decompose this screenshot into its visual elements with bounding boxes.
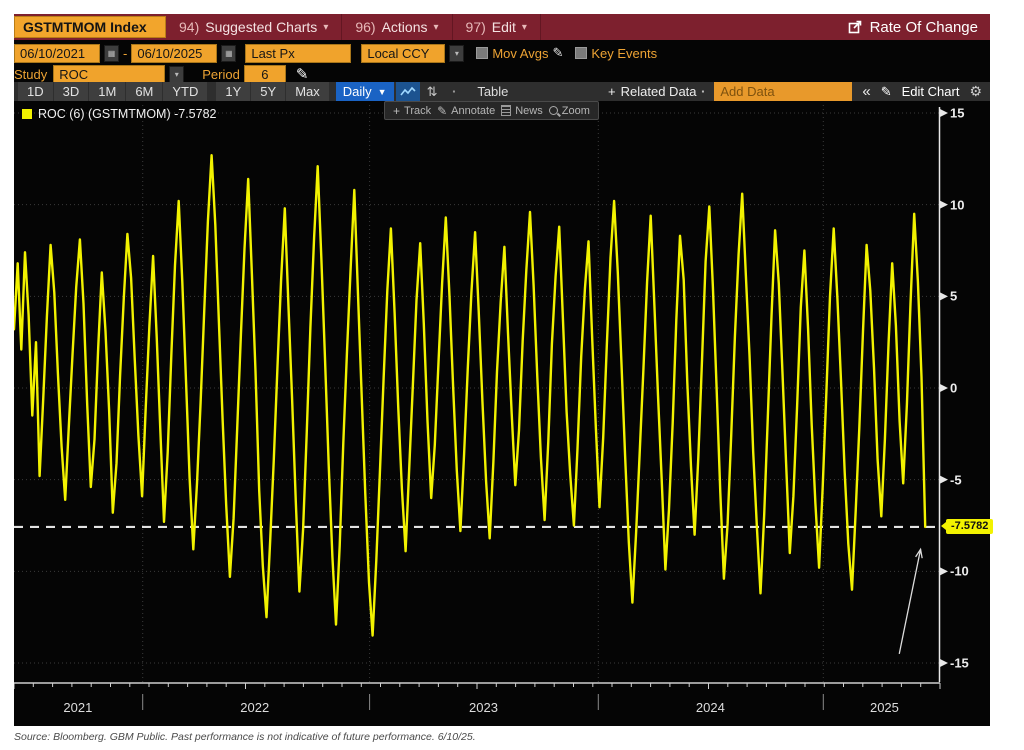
- track-tool[interactable]: + Track: [393, 104, 431, 118]
- y-axis-tick-label: 0: [950, 381, 957, 396]
- y-axis-tick-label: -15: [950, 655, 969, 670]
- study-select[interactable]: ROC: [53, 65, 165, 84]
- chart-legend[interactable]: ROC (6) (GSTMTMOM) -7.5782: [22, 107, 217, 121]
- annotate-tool[interactable]: ✎ Annotate: [437, 104, 495, 118]
- mov-avgs-checkbox[interactable]: [476, 47, 488, 59]
- range-max-button[interactable]: Max: [286, 82, 329, 101]
- date-range-separator: -: [123, 46, 127, 61]
- chevron-down-icon: ▪: [702, 87, 705, 96]
- y-axis-tick-label: 15: [950, 106, 964, 121]
- source-note: Source: Bloomberg. GBM Public. Past perf…: [14, 731, 476, 743]
- x-axis: 2021 2022 2023 2024 2025: [14, 682, 990, 726]
- range-ytd-button[interactable]: YTD: [163, 82, 207, 101]
- track-label: Track: [404, 105, 431, 117]
- study-controls-bar: Study ROC ▾ Period 6 ✎: [14, 66, 990, 82]
- range-1y-button[interactable]: 1Y: [216, 82, 250, 101]
- pencil-icon[interactable]: ✎: [552, 45, 563, 61]
- calendar-icon[interactable]: ▦: [104, 45, 119, 62]
- date-to-input[interactable]: 06/10/2025: [131, 44, 217, 63]
- export-icon[interactable]: [848, 20, 862, 34]
- news-icon: [501, 105, 511, 116]
- menu-label: Suggested Charts: [205, 19, 317, 35]
- period-input[interactable]: 6: [244, 65, 286, 84]
- series-color-chip: [22, 109, 32, 119]
- news-tool[interactable]: News: [501, 105, 543, 117]
- study-label: Study: [14, 67, 47, 82]
- key-events-label: Key Events: [591, 46, 657, 61]
- x-axis-year-label: 2021: [63, 700, 92, 715]
- chevron-down-icon: ▾: [434, 22, 439, 33]
- menu-number: 97): [466, 19, 486, 35]
- x-axis-year-label: 2024: [696, 700, 725, 715]
- panel-title: Rate Of Change: [848, 19, 990, 36]
- crosshair-icon: +: [393, 104, 400, 118]
- calendar-icon[interactable]: ▦: [221, 45, 236, 62]
- top-menu-bar: GSTMTMOM Index 94) Suggested Charts ▾ 96…: [14, 14, 990, 40]
- legend-text: ROC (6) (GSTMTMOM) -7.5782: [38, 107, 217, 121]
- zoom-tool[interactable]: Zoom: [549, 105, 590, 117]
- range-1d-button[interactable]: 1D: [18, 82, 53, 101]
- menu-label: Actions: [382, 19, 428, 35]
- range-1m-button[interactable]: 1M: [89, 82, 125, 101]
- y-axis-tick-label: 10: [950, 197, 964, 212]
- last-value-badge: -7.5782: [946, 519, 993, 534]
- currency-select[interactable]: Local CCY: [361, 44, 445, 63]
- news-label: News: [515, 105, 543, 117]
- roc-line-chart: [14, 101, 990, 682]
- table-button[interactable]: Table: [477, 84, 508, 99]
- chart-toolbar: 1D 3D 1M 6M YTD 1Y 5Y Max Daily ▼ ⇅ ▪ Ta…: [14, 82, 990, 101]
- x-axis-year-label: 2022: [240, 700, 269, 715]
- chevron-down-icon: ▾: [522, 22, 527, 33]
- y-axis-tick-label: -10: [950, 564, 969, 579]
- menu-edit[interactable]: 97) Edit ▾: [453, 14, 541, 40]
- plus-icon: +: [608, 84, 616, 99]
- x-axis-year-label: 2023: [469, 700, 498, 715]
- chevron-down-icon: ▼: [378, 87, 387, 97]
- chart-tools-bar: + Track ✎ Annotate News Zoom: [384, 101, 599, 120]
- frequency-select[interactable]: Daily ▼: [336, 82, 394, 101]
- range-5y-button[interactable]: 5Y: [251, 82, 285, 101]
- range-3d-button[interactable]: 3D: [54, 82, 89, 101]
- price-field-input[interactable]: Last Px: [245, 44, 351, 63]
- add-data-input[interactable]: Add Data: [714, 82, 852, 101]
- menu-suggested-charts[interactable]: 94) Suggested Charts ▾: [166, 14, 342, 40]
- range-6m-button[interactable]: 6M: [126, 82, 162, 101]
- period-label: Period: [202, 67, 240, 82]
- zoom-label: Zoom: [562, 105, 590, 117]
- ticker-input[interactable]: GSTMTMOM Index: [14, 16, 166, 38]
- panel-title-text: Rate Of Change: [870, 19, 978, 36]
- chevron-down-icon[interactable]: ▾: [449, 45, 464, 62]
- line-chart-icon[interactable]: [396, 82, 420, 101]
- pencil-icon: ✎: [881, 84, 892, 100]
- chevron-down-icon[interactable]: ▾: [169, 66, 184, 83]
- chart-area[interactable]: ROC (6) (GSTMTMOM) -7.5782 + Track ✎ Ann…: [14, 101, 990, 682]
- y-axis-tick-label: 5: [950, 289, 957, 304]
- frequency-value: Daily: [343, 84, 372, 99]
- y-axis-tick-label: -5: [950, 472, 962, 487]
- menu-number: 96): [355, 19, 375, 35]
- menu-actions[interactable]: 96) Actions ▾: [342, 14, 452, 40]
- related-data-label: Related Data: [621, 84, 697, 99]
- mov-avgs-label: Mov Avgs: [492, 46, 548, 61]
- gear-icon[interactable]: ⚙: [969, 83, 982, 100]
- pencil-icon[interactable]: ✎: [296, 65, 309, 83]
- x-axis-year-label: 2025: [870, 700, 899, 715]
- menu-number: 94): [179, 19, 199, 35]
- date-from-input[interactable]: 06/10/2021: [14, 44, 100, 63]
- pencil-icon: ✎: [437, 104, 447, 118]
- chevron-down-icon: ▾: [323, 22, 328, 33]
- bloomberg-terminal-window: GSTMTMOM Index 94) Suggested Charts ▾ 96…: [14, 14, 990, 726]
- menu-label: Edit: [492, 19, 516, 35]
- sort-updown-icon[interactable]: ⇅: [420, 84, 445, 100]
- collapse-panel-icon[interactable]: «: [862, 83, 870, 100]
- key-events-checkbox[interactable]: [575, 47, 587, 59]
- more-options-icon[interactable]: ▪: [444, 87, 463, 96]
- annotate-label: Annotate: [451, 105, 495, 117]
- date-controls-bar: 06/10/2021 ▦ - 06/10/2025 ▦ Last Px Loca…: [14, 40, 990, 66]
- related-data-button[interactable]: + Related Data ▪: [608, 84, 704, 99]
- edit-chart-button[interactable]: Edit Chart: [902, 84, 960, 99]
- magnifier-icon: [549, 106, 558, 115]
